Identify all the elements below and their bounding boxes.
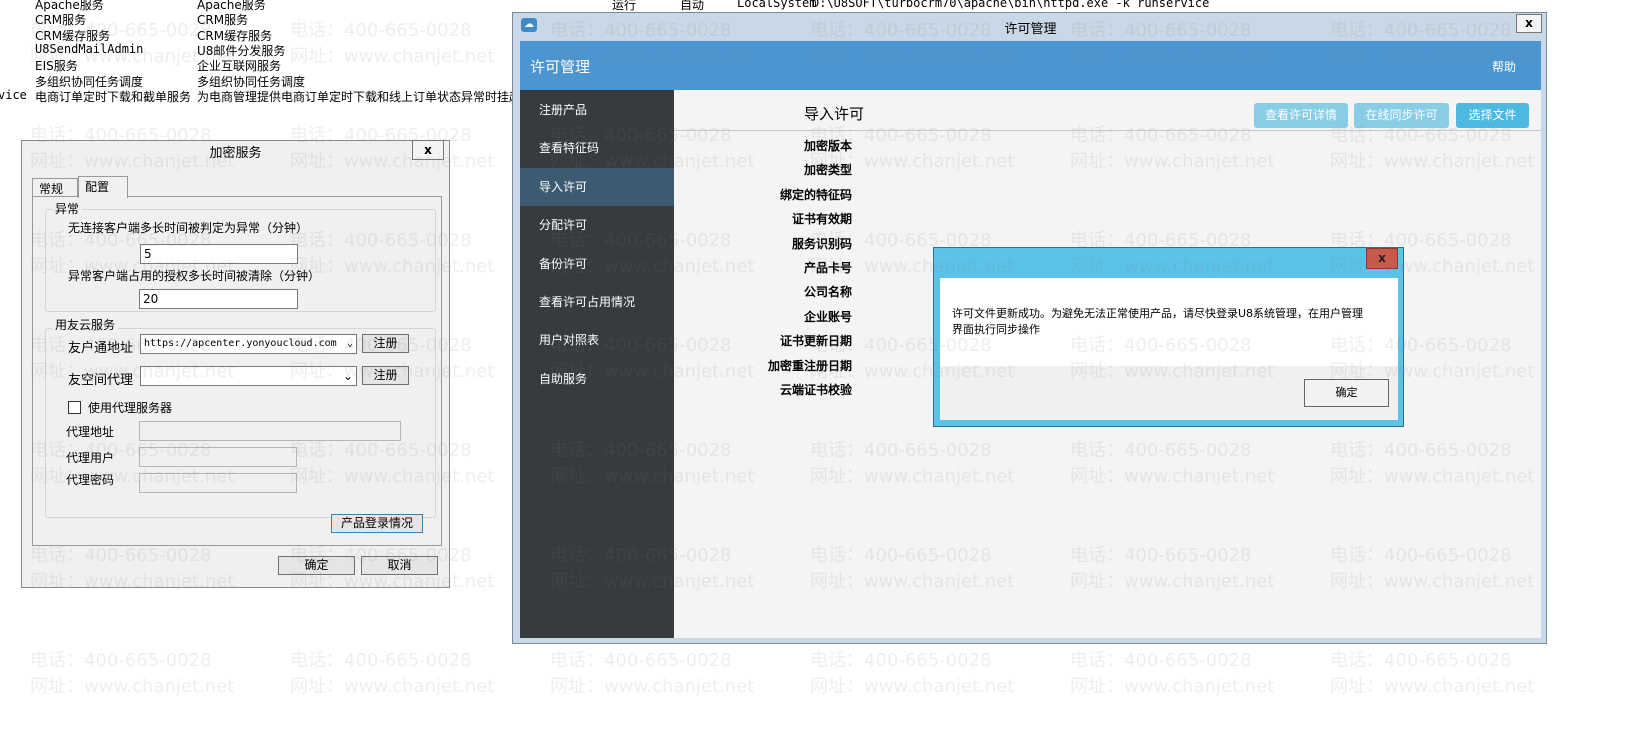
sidebar: 注册产品 查看特征码 导入许可 分配许可 备份许可 查看许可占用情况 用户对照表 自助服务 (520, 90, 674, 638)
proxy-address-label: 代理地址 (66, 425, 115, 439)
close-button[interactable]: x (1516, 14, 1542, 33)
ok-button[interactable]: 确定 (1304, 379, 1389, 407)
close-button[interactable]: x (412, 140, 444, 160)
field-label: 公司名称 (803, 285, 852, 300)
watermark-site: 网址：www.chanjet.net (1070, 676, 1275, 697)
watermark-site: 网址：www.chanjet.net (30, 676, 235, 697)
sidebar-item[interactable]: 注册产品 (520, 91, 674, 129)
proxy-space-select[interactable]: ⌄ (140, 366, 357, 386)
config-panel: 异常 无连接客户端多长时间被判定为异常（分钟） 5 异常客户端占用的授权多长时间… (32, 196, 442, 546)
proxy-user-input[interactable] (139, 447, 297, 467)
service-name: U8SendMailAdmin (35, 41, 144, 56)
proxy-password-label: 代理密码 (66, 473, 115, 487)
yht-address-value: https://apcenter.yonyoucloud.com (144, 338, 337, 349)
group-cloud-title: 用友云服务 (52, 316, 119, 333)
help-link[interactable]: 帮助 (1492, 58, 1516, 75)
field-label: 产品卡号 (803, 261, 852, 275)
field-label: 云端证书校验 (779, 383, 852, 397)
watermark: 电话：400-665-0028 网址：www.chanjet.net (30, 648, 234, 700)
message-footer: 确定 (940, 366, 1398, 420)
watermark-site: 网址：www.chanjet.net (290, 676, 495, 697)
clear-timeout-label: 异常客户端占用的授权多长时间被清除（分钟） (68, 269, 321, 283)
watermark-site: 网址：www.chanjet.net (550, 676, 755, 697)
watermark: 电话：400-665-0028 网址：www.chanjet.net (1330, 648, 1534, 700)
field-label: 企业账号 (803, 309, 852, 324)
online-sync-license-button[interactable]: 在线同步许可 (1354, 103, 1449, 128)
sidebar-item[interactable]: 备份许可 (520, 245, 674, 283)
proxy-user-label: 代理用户 (66, 451, 115, 465)
sidebar-item[interactable]: 查看特征码 (520, 129, 674, 167)
message-text: 许可文件更新成功。为避免无法正常使用产品，请尽快登录U8系统管理，在用户管理界面… (952, 307, 1364, 336)
abnormal-timeout-label: 无连接客户端多长时间被判定为异常（分钟） (68, 221, 309, 235)
watermark-phone: 电话：400-665-0028 (550, 650, 732, 671)
chevron-down-icon: ⌄ (342, 369, 353, 383)
service-name: 电商订单定时下载和截单服务 (35, 89, 192, 104)
sidebar-item[interactable]: 分配许可 (520, 206, 674, 244)
proxy-space-label: 友空间代理 (68, 373, 134, 388)
divider (674, 130, 1541, 131)
sidebar-item[interactable]: 自助服务 (520, 360, 674, 398)
yht-register-button[interactable]: 注册 (362, 334, 409, 353)
watermark: 电话：400-665-0028 网址：www.chanjet.net (1070, 648, 1274, 700)
view-license-details-button[interactable]: 查看许可详情 (1254, 103, 1348, 128)
watermark-phone: 电话：400-665-0028 (290, 650, 472, 671)
watermark-phone: 电话：400-665-0028 (1330, 650, 1512, 671)
watermark-phone: 电话：400-665-0028 (30, 650, 212, 671)
app-header: 许可管理 帮助 (520, 41, 1541, 90)
window-title: 许可管理 (1004, 22, 1057, 37)
service-account: LocalSystem (737, 0, 817, 10)
choose-file-button[interactable]: 选择文件 (1456, 103, 1529, 128)
group-abnormal-title: 异常 (52, 200, 83, 217)
message-body: 许可文件更新成功。为避免无法正常使用产品，请尽快登录U8系统管理，在用户管理界面… (940, 278, 1398, 366)
use-proxy-checkbox[interactable] (68, 401, 81, 414)
field-label: 绑定的特征码 (779, 187, 852, 202)
ok-button[interactable]: 确定 (278, 556, 355, 575)
product-login-button[interactable]: 产品登录情况 (331, 514, 423, 533)
watermark-phone: 电话：400-665-0028 (1070, 650, 1252, 671)
watermark-site: 网址：www.chanjet.net (1330, 676, 1535, 697)
proxy-password-input[interactable] (139, 473, 297, 493)
dialog-title: 加密服务 (22, 141, 449, 165)
page-title: 导入许可 (804, 105, 865, 123)
chevron-down-icon: ⌄ (346, 338, 353, 349)
watermark: 电话：400-665-0028 网址：www.chanjet.net (290, 648, 494, 700)
watermark: 电话：400-665-0028 网址：www.chanjet.net (810, 648, 1014, 700)
watermark: 电话：400-665-0028 网址：www.chanjet.net (550, 648, 754, 700)
field-label: 加密类型 (803, 163, 852, 178)
watermark-site: 网址：www.chanjet.net (810, 676, 1015, 697)
watermark-phone: 电话：400-665-0028 (810, 650, 992, 671)
field-label: 服务识别码 (791, 236, 852, 251)
sidebar-item[interactable]: 用户对照表 (520, 321, 674, 359)
abnormal-timeout-input[interactable]: 5 (140, 244, 298, 264)
use-proxy-label: 使用代理服务器 (88, 401, 173, 415)
field-label: 加密重注册日期 (767, 358, 852, 373)
yht-address-select[interactable]: https://apcenter.yonyoucloud.com ⌄ (140, 334, 357, 354)
yht-address-label: 友户通地址 (68, 341, 134, 356)
service-name-prefix: vice (0, 87, 27, 102)
service-description: 为电商管理提供电商订单定时下载和线上订单状态异常时挂起订 (197, 89, 515, 104)
close-button[interactable]: x (1366, 248, 1398, 269)
tab-config[interactable]: 配置 (78, 176, 128, 198)
encrypt-service-dialog: 加密服务 x 常规 配置 异常 无连接客户端多长时间被判定为异常（分钟） 5 异… (21, 140, 450, 588)
field-label: 证书更新日期 (779, 334, 852, 349)
service-path: D:\U8SOFT\turbocrm70\apache\bin\httpd.ex… (812, 0, 1210, 10)
field-label: 证书有效期 (791, 212, 852, 227)
sidebar-item[interactable]: 查看许可占用情况 (520, 283, 674, 321)
field-label: 加密版本 (803, 139, 852, 153)
app-title: 许可管理 (530, 58, 591, 76)
clear-timeout-input[interactable]: 20 (139, 289, 298, 309)
cancel-button[interactable]: 取消 (361, 556, 438, 575)
sidebar-item[interactable]: 导入许可 (520, 167, 674, 206)
proxy-register-button[interactable]: 注册 (362, 366, 409, 385)
message-dialog: x 许可文件更新成功。为避免无法正常使用产品，请尽快登录U8系统管理，在用户管理… (933, 247, 1404, 427)
proxy-address-input[interactable] (139, 421, 401, 441)
